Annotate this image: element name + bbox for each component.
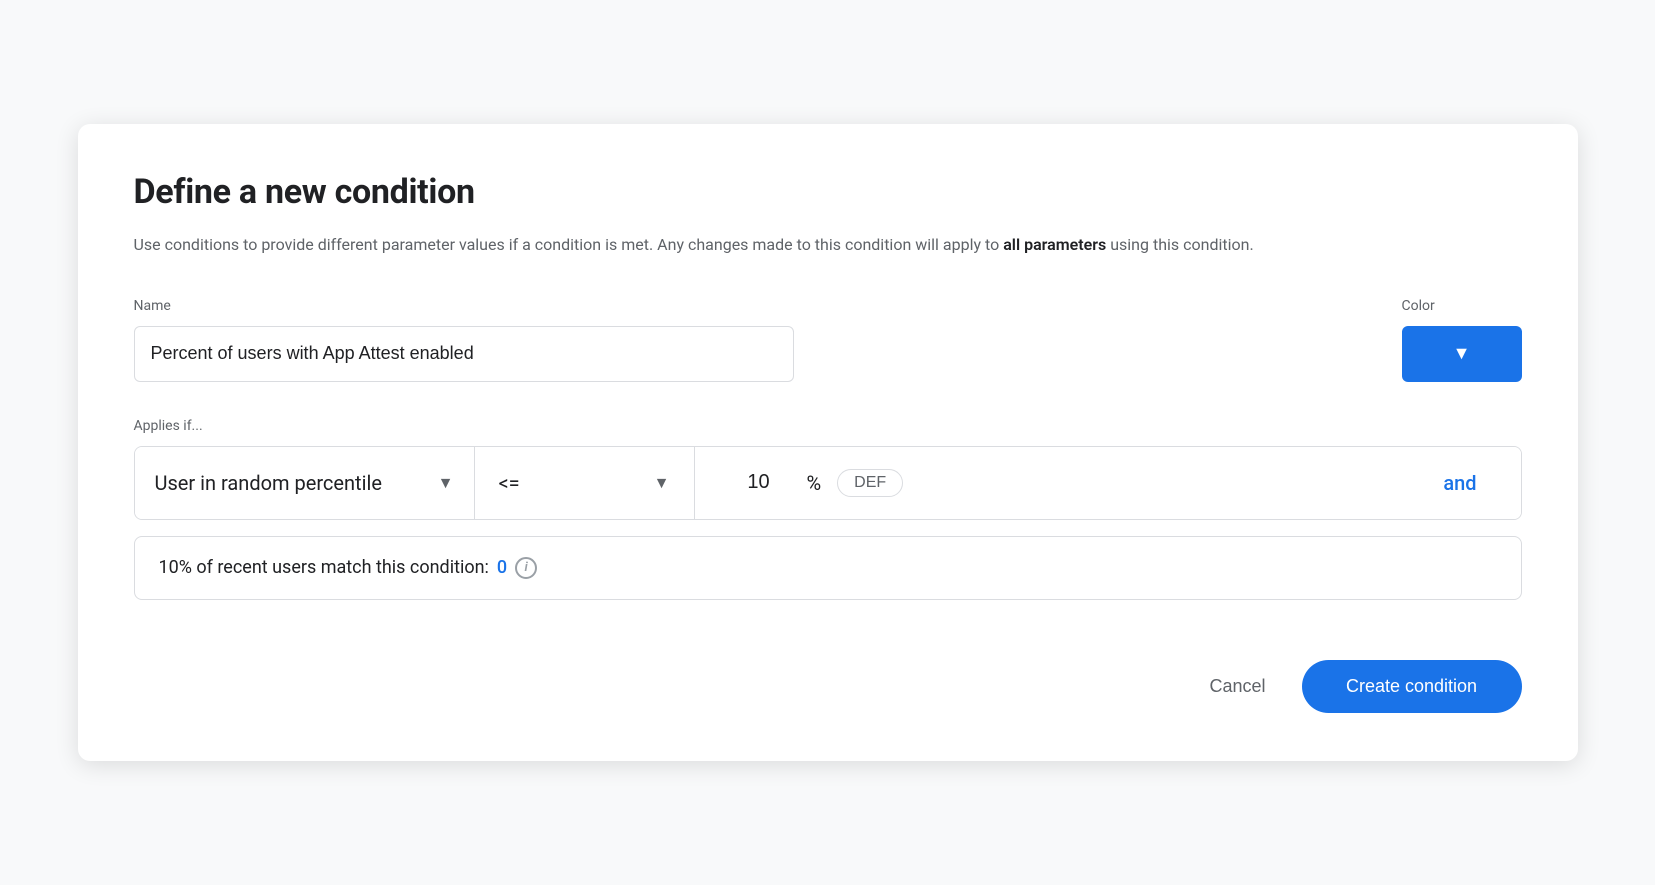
and-link[interactable]: and (1427, 471, 1476, 495)
condition-type-label: User in random percentile (155, 471, 428, 495)
applies-label: Applies if... (134, 418, 1522, 434)
operator-label: <= (499, 471, 644, 495)
color-picker-button[interactable]: ▼ (1402, 326, 1522, 382)
create-condition-button[interactable]: Create condition (1302, 660, 1522, 713)
match-info-box: 10% of recent users match this condition… (134, 536, 1522, 600)
operator-select[interactable]: <= ▼ (475, 447, 695, 519)
match-count: 0 (497, 557, 507, 578)
def-badge-button[interactable]: DEF (837, 469, 903, 497)
percent-symbol: % (807, 471, 822, 495)
operator-chevron-icon: ▼ (654, 473, 670, 493)
dialog-description: Use conditions to provide different para… (134, 232, 1522, 258)
info-icon[interactable]: i (515, 557, 537, 579)
value-input-area: % DEF and (695, 447, 1501, 519)
applies-section: Applies if... User in random percentile … (134, 418, 1522, 600)
chevron-down-icon: ▼ (1453, 343, 1471, 364)
condition-type-chevron-icon: ▼ (438, 473, 454, 493)
color-field-group: Color ▼ (1402, 298, 1522, 382)
cancel-button[interactable]: Cancel (1189, 664, 1285, 709)
match-text: 10% of recent users match this condition… (159, 557, 489, 578)
dialog-actions: Cancel Create condition (134, 660, 1522, 713)
dialog-title: Define a new condition (134, 172, 1522, 212)
define-condition-dialog: Define a new condition Use conditions to… (78, 124, 1578, 761)
condition-type-select[interactable]: User in random percentile ▼ (155, 447, 475, 519)
condition-row-wrapper: User in random percentile ▼ <= ▼ % DEF a… (134, 446, 1522, 520)
name-label: Name (134, 298, 1370, 314)
name-color-row: Name Color ▼ (134, 298, 1522, 382)
color-label: Color (1402, 298, 1522, 314)
condition-row: User in random percentile ▼ <= ▼ % DEF a… (135, 447, 1521, 519)
description-bold: all parameters (1003, 235, 1106, 254)
description-start: Use conditions to provide different para… (134, 235, 1004, 254)
percentile-value-input[interactable] (719, 471, 799, 494)
name-input[interactable] (134, 326, 794, 382)
name-field-group: Name (134, 298, 1370, 382)
description-end: using this condition. (1106, 235, 1253, 254)
